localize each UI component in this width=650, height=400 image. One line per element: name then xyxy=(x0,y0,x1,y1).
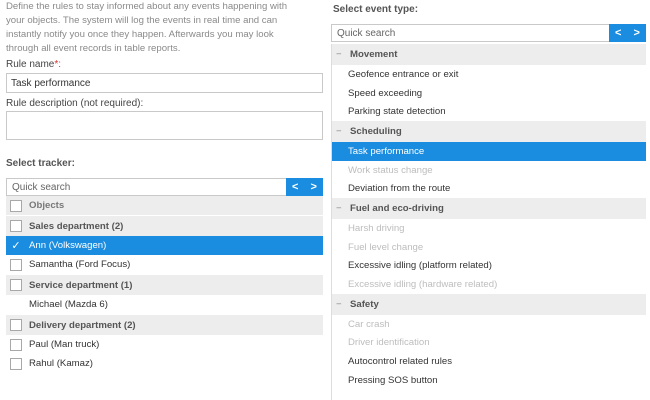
event-option[interactable]: Autocontrol related rules xyxy=(332,352,646,371)
intro-line: through all event records in table repor… xyxy=(6,43,181,54)
tracker-label: Ann (Volkswagen) xyxy=(29,240,107,251)
group-label: Service department (1) xyxy=(29,279,133,291)
event-option-selected[interactable]: Task performance xyxy=(332,142,646,161)
tracker-search-bar: < > xyxy=(6,178,323,196)
event-category[interactable]: − Movement xyxy=(332,44,646,65)
tracker-label: Samantha (Ford Focus) xyxy=(29,259,131,270)
event-category[interactable]: − Scheduling xyxy=(332,121,646,143)
event-search-input[interactable] xyxy=(332,25,608,41)
event-category[interactable]: − Safety xyxy=(332,293,646,315)
tracker-checkbox[interactable] xyxy=(10,258,22,271)
event-option[interactable]: Pressing SOS button xyxy=(332,371,646,390)
tracker-group-row[interactable]: Sales department (2) xyxy=(6,215,323,236)
event-category-label: Safety xyxy=(350,298,379,310)
tracker-next-button[interactable]: > xyxy=(305,178,324,196)
event-prev-button[interactable]: < xyxy=(609,24,628,42)
event-option-disabled: Fuel level change xyxy=(348,241,424,253)
event-option[interactable]: Parking state detection xyxy=(332,102,646,121)
rule-name-label: Rule name*: xyxy=(6,59,61,70)
tracker-label: Michael (Mazda 6) xyxy=(29,299,108,310)
event-option[interactable]: Speed exceeding xyxy=(332,84,646,103)
event-option-disabled: Driver identification xyxy=(348,337,430,349)
tracker-label: Rahul (Kamaz) xyxy=(29,358,93,369)
tracker-header-row: Objects xyxy=(6,196,323,215)
tracker-checkbox[interactable] xyxy=(10,357,22,370)
required-mark: *: xyxy=(54,59,62,70)
tracker-row[interactable]: Paul (Man truck) xyxy=(6,335,323,354)
event-category-label: Fuel and eco-driving xyxy=(350,203,444,215)
tracker-row[interactable]: Michael (Mazda 6) xyxy=(6,295,323,314)
event-option-disabled: Work status change xyxy=(348,164,433,176)
rule-description-label: Rule description (not required): xyxy=(6,98,144,109)
collapse-icon[interactable]: − xyxy=(336,299,344,310)
event-option-disabled: Car crash xyxy=(348,318,390,330)
event-pager: < > xyxy=(609,24,646,42)
check-icon[interactable]: ✓ xyxy=(10,240,22,252)
event-option[interactable]: Geofence entrance or exit xyxy=(332,65,646,84)
rule-description-input[interactable] xyxy=(6,111,323,140)
intro-text: Define the rules to stay informed about … xyxy=(6,0,318,56)
tracker-row[interactable]: Rahul (Kamaz) xyxy=(6,354,323,373)
tracker-label: Paul (Man truck) xyxy=(29,339,100,350)
tracker-group-row[interactable]: Service department (1) xyxy=(6,274,323,295)
event-next-button[interactable]: > xyxy=(628,24,647,42)
select-tracker-title: Select tracker: xyxy=(6,158,75,169)
select-all-checkbox[interactable] xyxy=(10,199,22,212)
event-option[interactable]: Excessive idling (platform related) xyxy=(332,257,646,276)
intro-line: your objects. The system will log the ev… xyxy=(6,15,278,26)
collapse-icon[interactable]: − xyxy=(336,126,344,137)
event-category[interactable]: − Fuel and eco-driving xyxy=(332,198,646,220)
event-option-disabled: Harsh driving xyxy=(348,222,405,234)
tracker-row[interactable]: Samantha (Ford Focus) xyxy=(6,255,323,274)
event-option-disabled: Excessive idling (hardware related) xyxy=(348,279,498,291)
rule-name-label-text: Rule name xyxy=(6,59,55,70)
tracker-search-input[interactable] xyxy=(7,179,285,195)
select-event-title: Select event type: xyxy=(333,4,419,15)
group-checkbox[interactable] xyxy=(10,319,22,331)
tracker-header-label: Objects xyxy=(29,200,65,211)
intro-line: Define the rules to stay informed about … xyxy=(6,1,288,12)
tracker-prev-button[interactable]: < xyxy=(286,178,305,196)
event-search-bar: < > xyxy=(331,24,646,42)
event-option[interactable]: Deviation from the route xyxy=(332,179,646,198)
group-checkbox[interactable] xyxy=(10,220,22,232)
collapse-icon[interactable]: − xyxy=(336,49,344,60)
collapse-icon[interactable]: − xyxy=(336,203,344,214)
intro-line: instantly notify you once they happen. A… xyxy=(6,29,274,40)
group-checkbox[interactable] xyxy=(10,279,22,291)
tracker-pager: < > xyxy=(286,178,323,196)
tracker-group-row[interactable]: Delivery department (2) xyxy=(6,314,323,335)
group-label: Sales department (2) xyxy=(29,220,124,232)
tracker-checkbox[interactable] xyxy=(10,338,22,351)
event-type-list: − Movement Geofence entrance or exit Spee… xyxy=(331,44,646,400)
tracker-list: Objects Sales department (2) ✓ Ann (Volk… xyxy=(6,196,323,373)
event-category-label: Movement xyxy=(350,49,398,60)
rule-name-input[interactable] xyxy=(6,73,323,93)
tracker-row[interactable]: ✓ Ann (Volkswagen) xyxy=(6,236,323,255)
group-label: Delivery department (2) xyxy=(29,319,136,331)
event-category-label: Scheduling xyxy=(350,126,402,138)
